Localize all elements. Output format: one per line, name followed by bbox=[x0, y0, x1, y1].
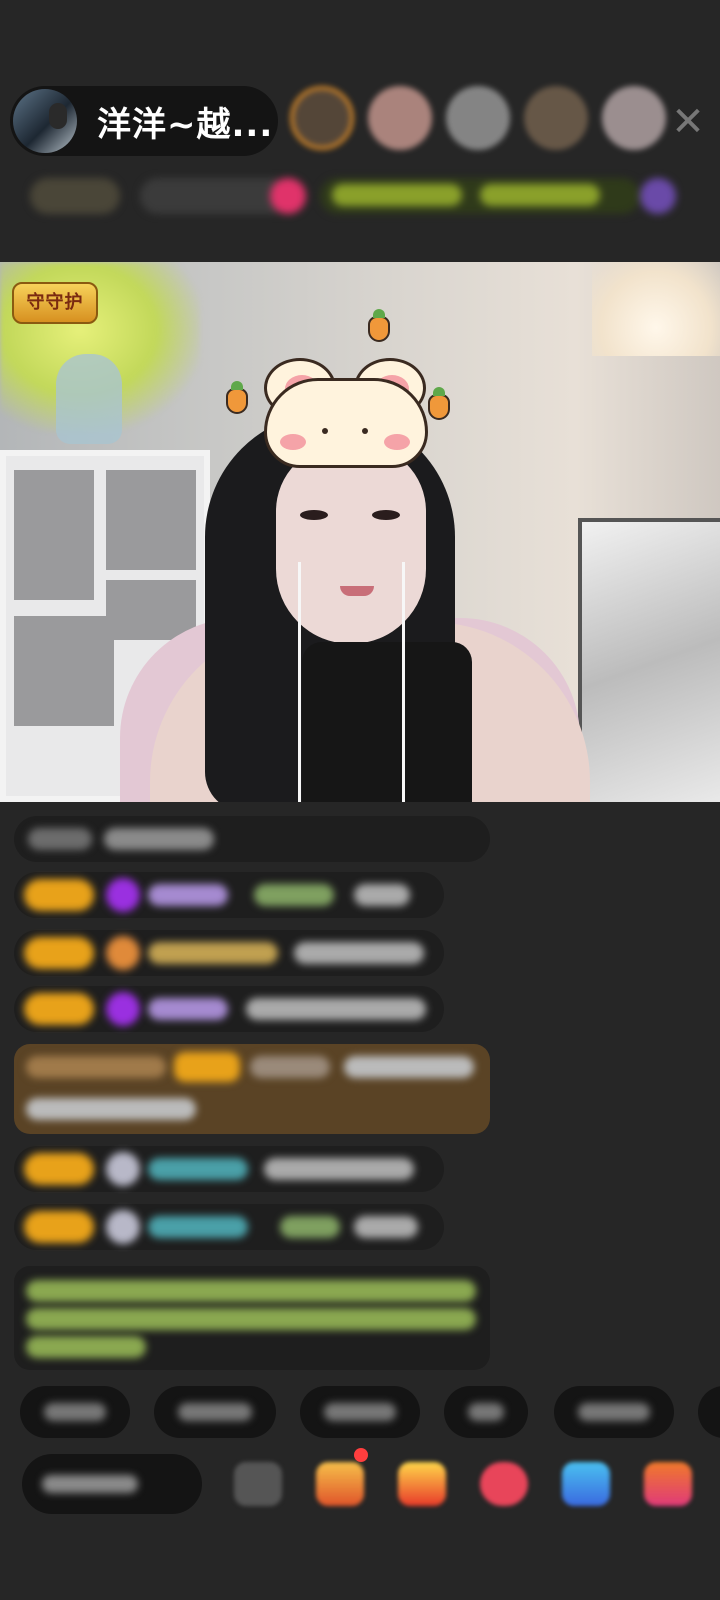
chat-message bbox=[14, 930, 444, 976]
quick-reply-row bbox=[20, 1386, 720, 1440]
chat-message bbox=[14, 816, 490, 862]
quick-reply-chip[interactable] bbox=[444, 1386, 528, 1438]
chat-message bbox=[14, 1146, 444, 1192]
gift-box-icon[interactable] bbox=[316, 1462, 364, 1506]
viewer-avatar[interactable] bbox=[602, 86, 666, 150]
eye bbox=[372, 510, 400, 520]
chat-message bbox=[14, 872, 444, 918]
wall-painting bbox=[578, 518, 720, 802]
bunny-sticker bbox=[264, 358, 428, 468]
viewer-avatar[interactable] bbox=[524, 86, 588, 150]
quick-reply-chip[interactable] bbox=[154, 1386, 276, 1438]
quick-reply-chip[interactable] bbox=[698, 1386, 720, 1438]
gift-icon[interactable] bbox=[398, 1462, 446, 1506]
viewer-avatar[interactable] bbox=[290, 86, 354, 150]
live-stream-screen: 洋洋~越... ✕ 守守护 bbox=[0, 0, 720, 1600]
chat-input[interactable] bbox=[22, 1454, 202, 1514]
emoji-icon[interactable] bbox=[234, 1462, 282, 1506]
vase bbox=[56, 354, 122, 444]
quick-reply-chip[interactable] bbox=[554, 1386, 674, 1438]
quick-reply-chip[interactable] bbox=[300, 1386, 420, 1438]
viewer-avatar[interactable] bbox=[368, 86, 432, 150]
chat-message bbox=[14, 986, 444, 1032]
more-icon[interactable] bbox=[644, 1462, 692, 1506]
carrot-icon bbox=[368, 309, 390, 342]
earphone-cable bbox=[298, 562, 301, 802]
viewer-avatar-list bbox=[290, 86, 666, 150]
quick-reply-chip[interactable] bbox=[20, 1386, 130, 1438]
close-icon[interactable]: ✕ bbox=[668, 102, 708, 142]
notification-dot bbox=[354, 1448, 368, 1462]
guard-badge[interactable]: 守守护 bbox=[12, 282, 98, 324]
carrot-icon bbox=[428, 387, 450, 420]
live-video[interactable]: 守守护 bbox=[0, 262, 720, 802]
viewer-avatar[interactable] bbox=[446, 86, 510, 150]
chat-message-highlight bbox=[14, 1044, 490, 1134]
host-name: 洋洋~越... bbox=[97, 104, 274, 145]
lamp bbox=[592, 262, 720, 356]
chat-message bbox=[14, 1204, 444, 1250]
earphone-cable bbox=[402, 562, 405, 802]
status-bar-blurred bbox=[20, 174, 700, 218]
heart-gift-icon[interactable] bbox=[480, 1462, 528, 1506]
carrot-icon bbox=[226, 381, 248, 414]
mouth bbox=[340, 586, 374, 596]
eye bbox=[300, 510, 328, 520]
host-avatar[interactable] bbox=[13, 89, 77, 153]
game-icon[interactable] bbox=[562, 1462, 610, 1506]
host-info-pill[interactable]: 洋洋~越... bbox=[10, 86, 278, 156]
black-top bbox=[302, 642, 472, 802]
system-message bbox=[14, 1266, 490, 1370]
